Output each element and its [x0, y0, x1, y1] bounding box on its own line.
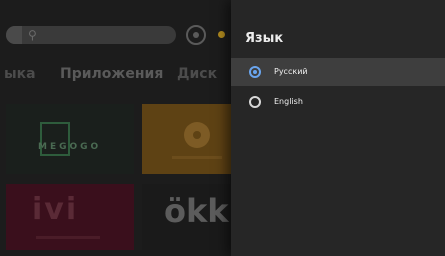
- app-tile-ivi[interactable]: ivi: [6, 184, 134, 250]
- settings-icon[interactable]: [186, 25, 206, 45]
- film-reel-icon: [184, 122, 210, 148]
- search-bar[interactable]: ⚲: [6, 26, 176, 44]
- language-option-russian[interactable]: Русский: [231, 58, 445, 86]
- language-option-label: English: [274, 97, 303, 106]
- tile-caption: [172, 156, 222, 159]
- tv-screen: ⚲ ыка Приложения Диск MEGOGO ivi ökk Язы…: [0, 0, 445, 256]
- tab-disk[interactable]: Диск: [177, 62, 217, 86]
- ivi-logo-text: ivi: [32, 192, 79, 227]
- language-option-english[interactable]: English: [231, 88, 445, 116]
- app-tile-megogo[interactable]: MEGOGO: [6, 104, 134, 174]
- panel-title: Язык: [245, 31, 284, 46]
- app-tile-cinema[interactable]: [142, 104, 242, 174]
- radio-checked-icon: [249, 66, 261, 78]
- okko-logo-text: ökk: [164, 192, 229, 230]
- radio-unchecked-icon: [249, 96, 261, 108]
- megogo-logo-text: MEGOGO: [38, 142, 102, 152]
- app-tile-okko[interactable]: ökk: [142, 184, 242, 250]
- tab-partial-left[interactable]: ыка: [4, 62, 36, 86]
- tab-apps[interactable]: Приложения: [60, 62, 163, 86]
- search-icon: ⚲: [28, 28, 37, 42]
- back-arrow-icon: [6, 26, 22, 44]
- language-option-label: Русский: [274, 67, 308, 76]
- status-dot-icon: [218, 31, 225, 38]
- tile-caption: [36, 236, 100, 239]
- language-panel: Язык Русский English: [231, 0, 445, 256]
